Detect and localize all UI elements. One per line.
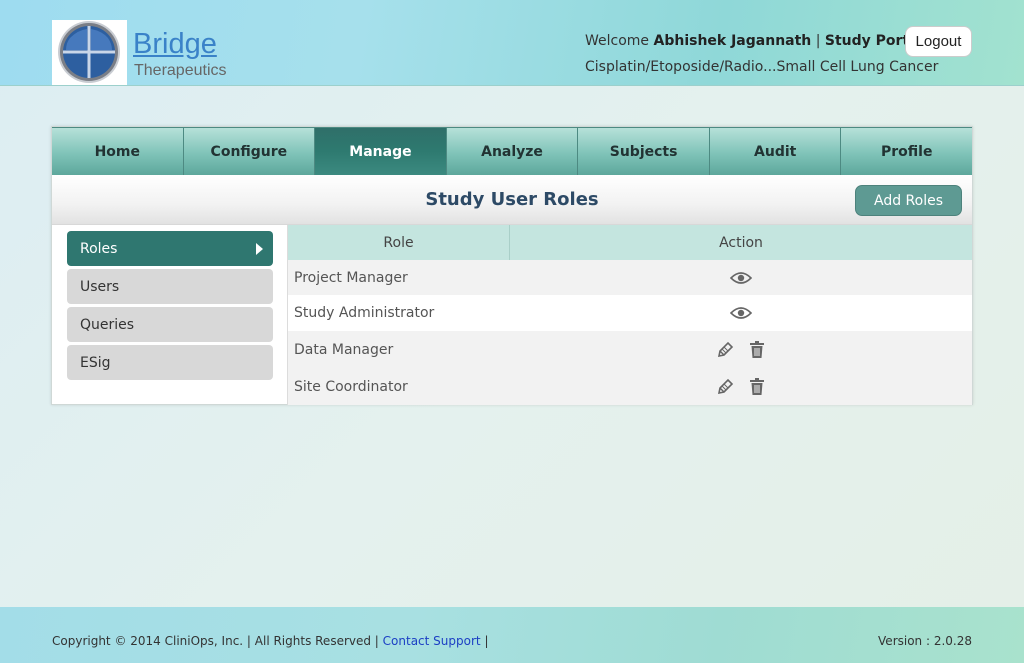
sidebar-item-label: Queries bbox=[80, 316, 135, 333]
trash-icon[interactable] bbox=[746, 378, 768, 396]
tab-subjects[interactable]: Subjects bbox=[578, 127, 710, 175]
user-name: Abhishek Jagannath bbox=[653, 33, 812, 49]
trash-icon[interactable] bbox=[746, 341, 768, 359]
welcome-prefix: Welcome bbox=[585, 33, 650, 49]
sidebar-item-users[interactable]: Users bbox=[67, 269, 273, 304]
logo-subtitle: Therapeutics bbox=[134, 62, 227, 79]
role-name: Project Manager bbox=[294, 269, 408, 286]
tab-manage[interactable]: Manage bbox=[315, 127, 447, 175]
role-name: Study Administrator bbox=[294, 305, 435, 321]
copyright-text: Copyright © 2014 CliniOps, Inc. | All Ri… bbox=[52, 634, 379, 648]
bridge-logo-icon bbox=[58, 21, 120, 83]
table-row: Project Manager bbox=[288, 260, 972, 295]
logout-button[interactable]: Logout bbox=[905, 26, 972, 57]
footer: Copyright © 2014 CliniOps, Inc. | All Ri… bbox=[0, 607, 1024, 663]
header-separator: | bbox=[815, 33, 821, 49]
row-actions bbox=[510, 378, 972, 396]
main-panel: Home Configure Manage Analyze Subjects A… bbox=[51, 126, 973, 405]
row-actions bbox=[510, 341, 972, 359]
table-row: Study Administrator bbox=[288, 295, 972, 331]
table-row: Site Coordinator bbox=[288, 368, 972, 405]
tab-profile[interactable]: Profile bbox=[841, 127, 973, 175]
sidebar-item-label: ESig bbox=[80, 354, 111, 371]
row-actions bbox=[510, 269, 972, 287]
tab-audit[interactable]: Audit bbox=[709, 127, 842, 175]
column-header-action: Action bbox=[719, 234, 763, 251]
page-title: Study User Roles bbox=[425, 189, 599, 210]
title-bar: Study User Roles Add Roles bbox=[52, 175, 972, 225]
roles-table: Role Action Project Manager Study Admini… bbox=[288, 225, 972, 405]
footer-copyright: Copyright © 2014 CliniOps, Inc. | All Ri… bbox=[52, 633, 489, 649]
table-row: Data Manager bbox=[288, 331, 972, 368]
version-text: Version : 2.0.28 bbox=[878, 634, 972, 648]
table-header: Role Action bbox=[288, 225, 972, 260]
role-name: Site Coordinator bbox=[294, 378, 408, 395]
role-name: Data Manager bbox=[294, 341, 394, 358]
column-header-role[interactable]: Role bbox=[288, 225, 510, 260]
tab-analyze[interactable]: Analyze bbox=[446, 127, 579, 175]
welcome-line: Welcome Abhishek Jagannath | Study Porta… bbox=[585, 32, 923, 50]
tab-home[interactable]: Home bbox=[52, 127, 184, 175]
tab-configure[interactable]: Configure bbox=[183, 127, 316, 175]
footer-separator: | bbox=[484, 634, 489, 648]
contact-support-link[interactable]: Contact Support bbox=[383, 634, 481, 648]
logo-title[interactable]: Bridge bbox=[133, 27, 217, 61]
sidebar-item-label: Roles bbox=[80, 240, 118, 257]
sidebar-item-esig[interactable]: ESig bbox=[67, 345, 273, 380]
pencil-icon[interactable] bbox=[714, 341, 736, 359]
row-actions bbox=[510, 304, 972, 322]
eye-icon[interactable] bbox=[730, 304, 752, 322]
header: Bridge Therapeutics Welcome Abhishek Jag… bbox=[0, 0, 1024, 86]
study-name: Cisplatin/Etoposide/Radio...Small Cell L… bbox=[585, 59, 939, 75]
sidebar-item-label: Users bbox=[80, 278, 120, 295]
sidebar-item-roles[interactable]: Roles bbox=[67, 231, 273, 266]
sidebar-item-queries[interactable]: Queries bbox=[67, 307, 273, 342]
main-nav: Home Configure Manage Analyze Subjects A… bbox=[52, 127, 973, 175]
add-roles-button[interactable]: Add Roles bbox=[855, 185, 962, 216]
arrow-right-icon bbox=[256, 243, 263, 255]
eye-icon[interactable] bbox=[730, 269, 752, 287]
pencil-icon[interactable] bbox=[714, 378, 736, 396]
logo[interactable] bbox=[52, 20, 127, 85]
